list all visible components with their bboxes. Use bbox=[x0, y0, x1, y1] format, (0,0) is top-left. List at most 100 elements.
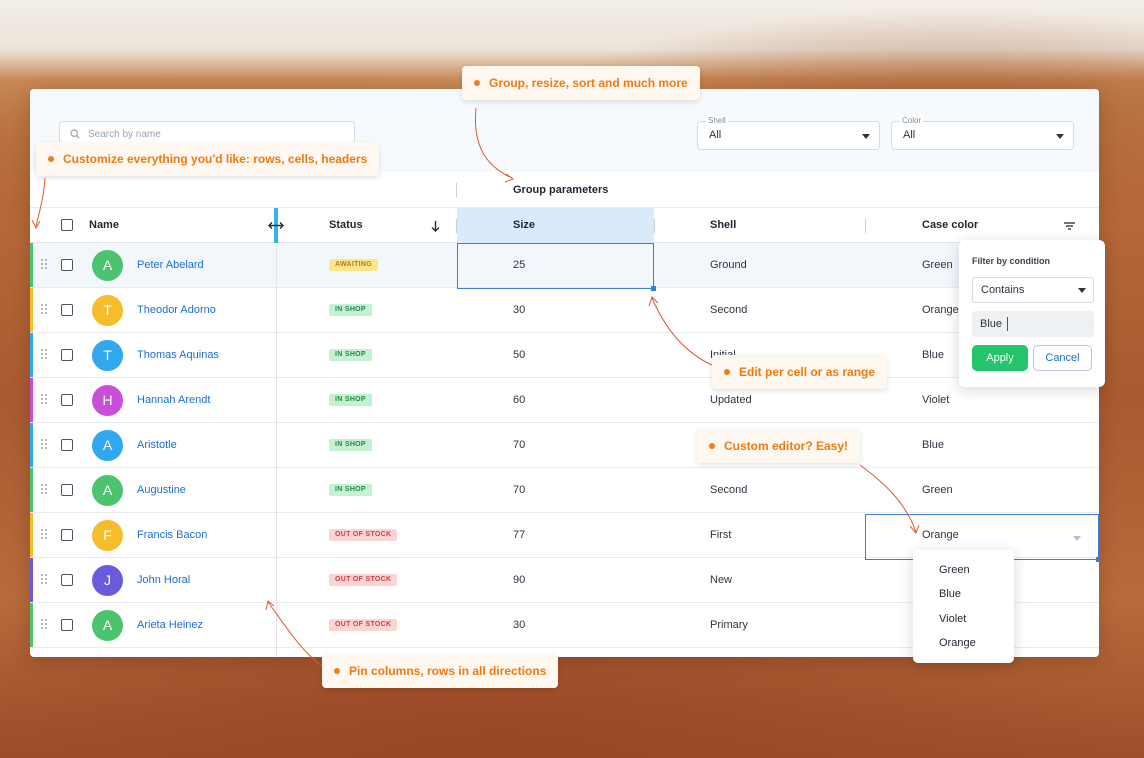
size-cell[interactable]: 70 bbox=[513, 484, 525, 496]
select-all-checkbox[interactable] bbox=[61, 219, 73, 231]
range-fill-handle[interactable] bbox=[651, 286, 656, 291]
callout-group: Group, resize, sort and much more bbox=[462, 66, 700, 100]
status-badge: IN SHOP bbox=[329, 484, 372, 496]
table-row[interactable]: A Aristotle IN SHOP 70 Blue bbox=[30, 423, 1099, 468]
chevron-down-icon bbox=[1078, 288, 1086, 293]
table-row[interactable]: TThomas AquinasIN SHOP50InitialBlue bbox=[30, 333, 1099, 378]
row-checkbox[interactable] bbox=[61, 439, 73, 451]
shell-cell[interactable]: Updated bbox=[710, 394, 752, 406]
case-color-cell[interactable]: Orange bbox=[922, 304, 959, 316]
size-cell[interactable]: 70 bbox=[513, 439, 525, 451]
callout-edit-text: Edit per cell or as range bbox=[739, 365, 876, 379]
size-cell[interactable]: 90 bbox=[513, 574, 525, 586]
person-name-link[interactable]: Francis Bacon bbox=[137, 529, 207, 541]
shell-cell[interactable]: Ground bbox=[710, 259, 747, 271]
shell-cell[interactable]: Second bbox=[710, 304, 747, 316]
drag-handle-icon[interactable] bbox=[41, 484, 48, 496]
selected-size-cell[interactable] bbox=[457, 243, 656, 291]
search-input[interactable] bbox=[88, 128, 328, 140]
callout-customize-text: Customize everything you'd like: rows, c… bbox=[63, 152, 368, 166]
drag-handle-icon[interactable] bbox=[41, 259, 48, 271]
filter-icon[interactable] bbox=[1064, 222, 1075, 230]
sort-down-icon[interactable] bbox=[431, 220, 440, 232]
status-badge: IN SHOP bbox=[329, 394, 372, 406]
size-cell[interactable]: 30 bbox=[513, 619, 525, 631]
size-header-highlight bbox=[457, 208, 654, 243]
size-cell[interactable]: 77 bbox=[513, 529, 525, 541]
shell-filter-select[interactable]: Shell All bbox=[697, 116, 880, 150]
table-row[interactable]: A Augustine IN SHOP 70 Second Green bbox=[30, 468, 1099, 513]
callout-group-text: Group, resize, sort and much more bbox=[489, 76, 688, 90]
person-name-link[interactable]: John Horal bbox=[137, 574, 190, 586]
row-checkbox[interactable] bbox=[61, 394, 73, 406]
column-header-size[interactable]: Size bbox=[513, 208, 535, 243]
row-checkbox[interactable] bbox=[61, 484, 73, 496]
shell-cell[interactable]: First bbox=[710, 529, 731, 541]
divider bbox=[456, 183, 457, 197]
shell-filter-label: Shell bbox=[706, 116, 728, 126]
filter-value-input[interactable]: Blue bbox=[972, 311, 1094, 337]
person-name-link[interactable]: Arieta Heinez bbox=[137, 619, 203, 631]
case-color-cell[interactable]: Green bbox=[922, 259, 953, 271]
callout-edit: Edit per cell or as range bbox=[712, 355, 888, 389]
person-name-link[interactable]: Theodor Adorno bbox=[137, 304, 216, 316]
column-header-shell[interactable]: Shell bbox=[710, 208, 736, 243]
person-name-link[interactable]: Thomas Aquinas bbox=[137, 349, 219, 361]
color-filter-select[interactable]: Color All bbox=[891, 116, 1074, 150]
column-header-status[interactable]: Status bbox=[329, 208, 363, 243]
person-name-link[interactable]: Hannah Arendt bbox=[137, 394, 210, 406]
size-cell[interactable]: 60 bbox=[513, 394, 525, 406]
drag-handle-icon[interactable] bbox=[41, 304, 48, 316]
drag-handle-icon[interactable] bbox=[41, 574, 48, 586]
shell-cell[interactable]: New bbox=[710, 574, 732, 586]
table-row[interactable]: H Hannah Arendt IN SHOP 60 Updated Violet bbox=[30, 378, 1099, 423]
filter-condition-select[interactable]: Contains bbox=[972, 277, 1094, 303]
shell-cell[interactable]: Second bbox=[710, 484, 747, 496]
row-checkbox[interactable] bbox=[61, 304, 73, 316]
pinned-column-divider bbox=[276, 243, 277, 657]
case-color-cell[interactable]: Violet bbox=[922, 394, 949, 406]
dropdown-option-green[interactable]: Green bbox=[939, 564, 970, 576]
callout-pin: Pin columns, rows in all directions bbox=[322, 654, 559, 688]
column-header-case-color[interactable]: Case color bbox=[922, 208, 978, 243]
row-checkbox[interactable] bbox=[61, 619, 73, 631]
text-cursor bbox=[1007, 317, 1008, 331]
row-color-bar bbox=[30, 378, 33, 422]
person-name-link[interactable]: Peter Abelard bbox=[137, 259, 204, 271]
drag-handle-icon[interactable] bbox=[41, 394, 48, 406]
drag-handle-icon[interactable] bbox=[41, 529, 48, 541]
case-color-cell[interactable]: Blue bbox=[922, 439, 944, 451]
avatar: A bbox=[92, 430, 123, 461]
dropdown-option-blue[interactable]: Blue bbox=[939, 588, 961, 600]
row-checkbox[interactable] bbox=[61, 529, 73, 541]
drag-handle-icon[interactable] bbox=[41, 349, 48, 361]
column-header-name[interactable]: Name bbox=[89, 208, 119, 243]
case-color-cell[interactable]: Green bbox=[922, 484, 953, 496]
drag-handle-icon[interactable] bbox=[41, 619, 48, 631]
cancel-button[interactable]: Cancel bbox=[1033, 345, 1092, 371]
row-checkbox[interactable] bbox=[61, 349, 73, 361]
status-badge: OUT OF STOCK bbox=[329, 529, 398, 541]
chevron-down-icon[interactable] bbox=[1073, 536, 1081, 541]
case-color-cell[interactable]: Blue bbox=[922, 349, 944, 361]
person-name-link[interactable]: Aristotle bbox=[137, 439, 177, 451]
divider bbox=[654, 219, 655, 233]
row-color-bar bbox=[30, 603, 33, 647]
size-cell[interactable]: 50 bbox=[513, 349, 525, 361]
dropdown-option-orange[interactable]: Orange bbox=[939, 637, 976, 649]
range-fill-handle[interactable] bbox=[1096, 557, 1099, 562]
avatar: H bbox=[92, 385, 123, 416]
dropdown-option-violet[interactable]: Violet bbox=[939, 613, 966, 625]
status-badge: OUT OF STOCK bbox=[329, 574, 398, 586]
drag-handle-icon[interactable] bbox=[41, 439, 48, 451]
row-checkbox[interactable] bbox=[61, 259, 73, 271]
avatar: A bbox=[92, 250, 123, 281]
row-checkbox[interactable] bbox=[61, 574, 73, 586]
table-row[interactable]: T Theodor Adorno IN SHOP 30 Second Orange bbox=[30, 288, 1099, 333]
bullet-icon bbox=[334, 668, 340, 674]
size-cell[interactable]: 30 bbox=[513, 304, 525, 316]
shell-cell[interactable]: Primary bbox=[710, 619, 748, 631]
status-badge: IN SHOP bbox=[329, 304, 372, 316]
person-name-link[interactable]: Augustine bbox=[137, 484, 186, 496]
apply-button[interactable]: Apply bbox=[972, 345, 1028, 371]
